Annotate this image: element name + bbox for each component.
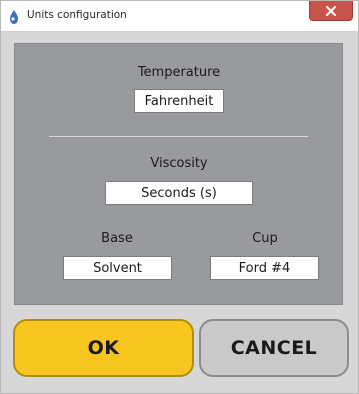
title-bar: Units configuration	[1, 1, 358, 32]
viscosity-label: Viscosity	[150, 156, 208, 171]
ok-button[interactable]: OK	[13, 319, 194, 377]
app-icon	[9, 9, 19, 24]
units-configuration-window: Units configuration Temperature Fahrenhe…	[0, 0, 359, 394]
temperature-label: Temperature	[137, 65, 221, 80]
base-label: Base	[101, 231, 133, 246]
cancel-button[interactable]: CANCEL	[199, 319, 349, 377]
close-icon	[325, 5, 337, 16]
section-divider	[49, 136, 308, 137]
base-field[interactable]: Solvent	[63, 256, 172, 280]
cup-field[interactable]: Ford #4	[210, 256, 319, 280]
window-title: Units configuration	[27, 9, 127, 21]
units-panel: Temperature Fahrenheit Viscosity Seconds…	[14, 43, 343, 305]
close-button[interactable]	[309, 1, 353, 21]
viscosity-field[interactable]: Seconds (s)	[105, 181, 253, 205]
cup-label: Cup	[252, 231, 278, 246]
temperature-field[interactable]: Fahrenheit	[134, 89, 224, 113]
